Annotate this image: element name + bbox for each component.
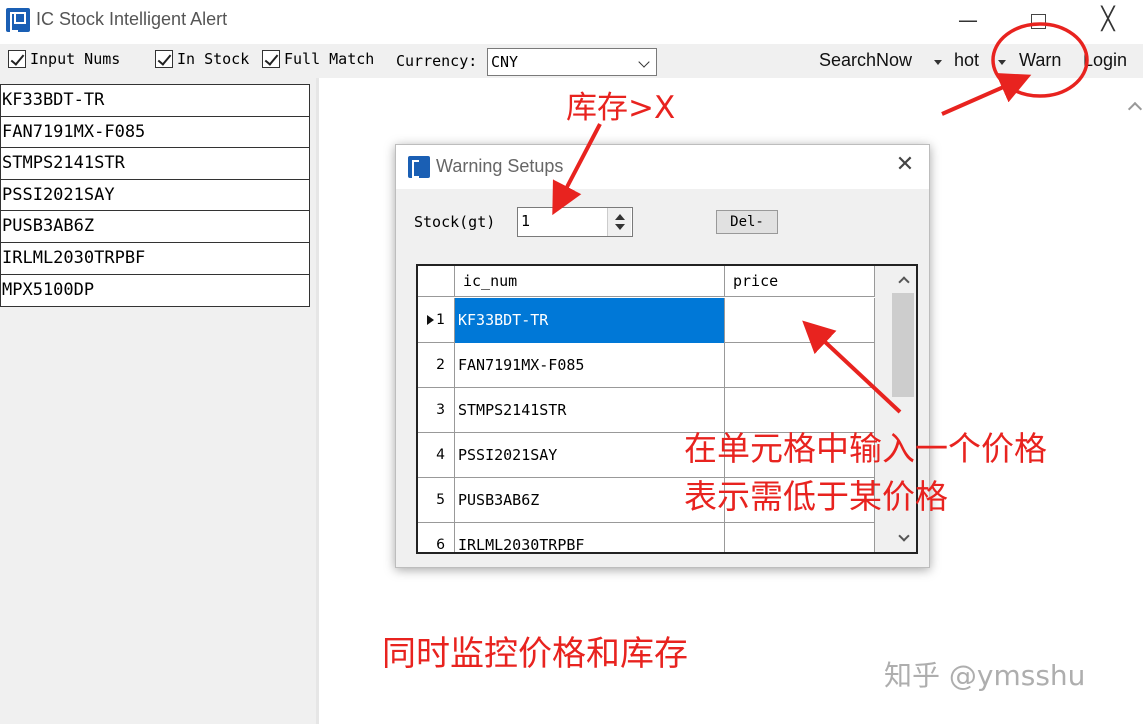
checkbox-label: Full Match [284,50,375,68]
full-match-checkbox[interactable]: Full Match [262,50,374,68]
current-row-icon [427,315,435,325]
column-header-ic-num[interactable]: ic_num [455,266,725,297]
price-cell[interactable] [725,523,875,552]
row-number-label: 1 [436,312,445,328]
in-stock-checkbox[interactable]: In Stock [155,50,249,68]
row-number[interactable]: 2 [418,343,455,388]
dialog-close-button[interactable]: ✕ [893,153,917,177]
row-number[interactable]: 4 [418,433,455,478]
stock-label: Stock(gt) [414,213,496,231]
app-logo-icon [6,8,30,32]
stock-stepper[interactable] [607,208,631,236]
ic-num-cell[interactable]: KF33BDT-TR [455,298,725,343]
grid-header: ic_num price [418,266,875,297]
annotation-stock: 库存>X [566,90,676,126]
annotation-price-line2: 表示需低于某价格 [684,477,948,516]
maximize-button[interactable] [1018,4,1058,36]
column-header-price[interactable]: price [725,266,875,297]
panel-divider[interactable] [316,78,319,724]
checkbox-checked-icon [8,50,26,68]
row-number[interactable]: 5 [418,478,455,523]
parts-list: KF33BDT-TR FAN7191MX-F085 STMPS2141STR PSSI… [0,84,310,308]
warn-menu[interactable]: Warn [1019,50,1061,71]
currency-value: CNY [491,53,519,71]
input-nums-checkbox[interactable]: Input Nums [8,50,120,68]
list-item[interactable]: KF33BDT-TR [1,85,309,117]
price-cell[interactable] [725,298,875,343]
table-row[interactable]: 6 IRLML2030TRPBF [418,523,875,553]
toolbar: Input Nums In Stock Full Match Currency:… [0,44,1143,78]
search-now-menu[interactable]: SearchNow [819,50,912,71]
row-number-label: 3 [436,402,445,418]
row-number[interactable]: 3 [418,388,455,433]
parts-panel: KF33BDT-TR FAN7191MX-F085 STMPS2141STR PSSI… [0,78,316,724]
annotation-price-line1: 在单元格中输入一个价格 [684,429,1047,468]
login-menu[interactable]: Login [1083,50,1127,71]
table-row[interactable]: 1 KF33BDT-TR [418,298,875,343]
dropdown-arrow-icon[interactable] [934,60,942,65]
row-number[interactable]: 1 [418,298,455,343]
app-logo-icon [408,156,430,178]
row-number-label: 5 [436,492,445,508]
title-bar: IC Stock Intelligent Alert — ╳ [0,0,1143,40]
list-item[interactable]: STMPS2141STR [1,148,309,180]
scrollbar-thumb[interactable] [892,293,914,397]
maximize-icon [1030,14,1046,29]
row-number-label: 6 [436,537,445,553]
currency-select[interactable]: CNY [487,48,657,76]
ic-num-cell[interactable]: FAN7191MX-F085 [455,343,725,388]
scroll-up-icon[interactable] [898,276,910,288]
row-number-label: 2 [436,357,445,373]
warn-arrow [941,72,1032,116]
price-cell[interactable] [725,343,875,388]
list-item[interactable]: FAN7191MX-F085 [1,117,309,149]
scroll-down-icon[interactable] [898,530,910,542]
annotation-monitor: 同时监控价格和库存 [382,634,688,674]
window-title: IC Stock Intelligent Alert [36,9,228,29]
minimize-button[interactable]: — [948,4,988,36]
hot-menu[interactable]: hot [954,50,979,71]
row-number-label: 4 [436,447,445,463]
close-button[interactable]: ╳ [1088,4,1128,36]
dialog-title: Warning Setups [436,156,564,176]
list-item[interactable]: MPX5100DP [1,275,309,307]
currency-label: Currency: [396,52,478,70]
checkbox-checked-icon [262,50,280,68]
ic-num-cell[interactable]: IRLML2030TRPBF [455,523,725,552]
list-item[interactable]: IRLML2030TRPBF [1,243,309,275]
dialog-title-bar: Warning Setups ✕ [396,145,929,189]
watermark: 知乎 @ymsshu [884,659,1086,692]
chevron-down-icon [638,56,650,68]
checkbox-label: In Stock [177,50,250,68]
spin-up-icon[interactable] [615,214,625,220]
row-header-corner[interactable] [418,266,455,297]
dropdown-arrow-icon[interactable] [998,60,1006,65]
scroll-up-icon[interactable] [1127,101,1143,117]
row-number[interactable]: 6 [418,523,455,553]
spin-down-icon[interactable] [615,224,625,230]
table-row[interactable]: 2 FAN7191MX-F085 [418,343,875,388]
checkbox-checked-icon [155,50,173,68]
checkbox-label: Input Nums [30,50,121,68]
delete-button[interactable]: Del- [716,210,778,234]
list-item[interactable]: PUSB3AB6Z [1,211,309,243]
list-item[interactable]: PSSI2021SAY [1,180,309,212]
